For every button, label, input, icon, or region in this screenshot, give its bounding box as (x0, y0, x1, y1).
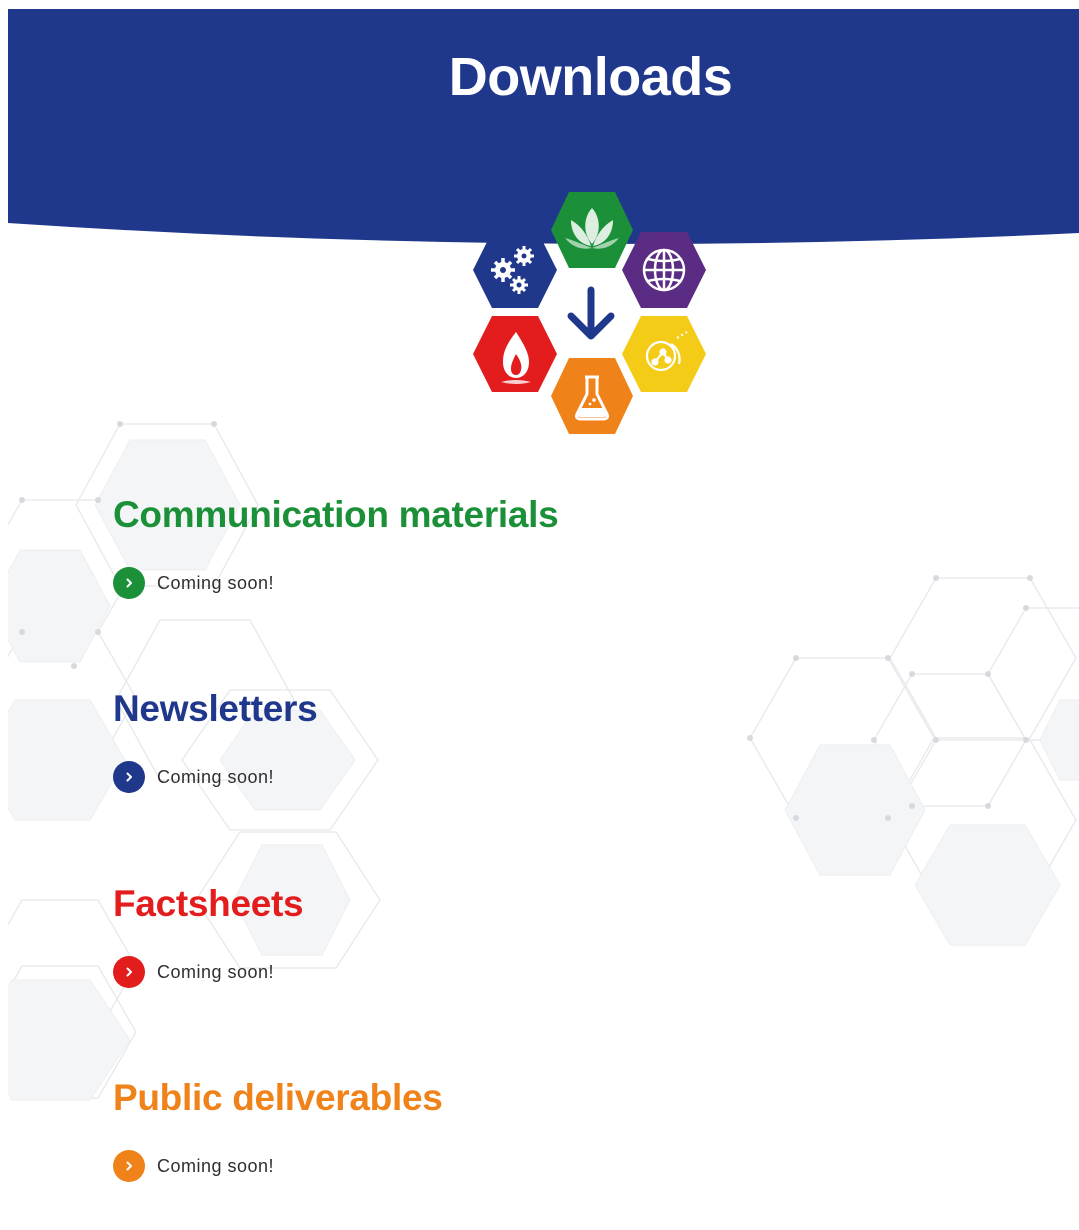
coming-soon-item[interactable]: Coming soon! (113, 1150, 274, 1182)
item-label: Coming soon! (157, 1155, 275, 1176)
downloads-page: Downloads Communication materials Coming… (0, 0, 1079, 1230)
coming-soon-item[interactable]: Coming soon! (113, 567, 274, 599)
globe-hexagon (622, 232, 706, 308)
section-title: Public deliverables (113, 1077, 443, 1118)
flame-hexagon (473, 316, 557, 392)
downloads-logo (473, 192, 706, 434)
section-title: Communication materials (113, 494, 559, 535)
lotus-hexagon (551, 192, 633, 268)
item-label: Coming soon! (157, 572, 275, 593)
item-label: Coming soon! (157, 766, 275, 787)
chevron-right-icon (113, 956, 145, 988)
section-communication-materials: Communication materials Coming soon! (113, 494, 559, 599)
item-label: Coming soon! (157, 961, 275, 982)
page-left-border (0, 0, 8, 1230)
section-title: Factsheets (113, 883, 304, 924)
section-newsletters: Newsletters Coming soon! (113, 688, 318, 793)
chevron-right-icon (113, 1150, 145, 1182)
section-public-deliverables: Public deliverables Coming soon! (113, 1077, 443, 1182)
arrow-down-icon (567, 286, 615, 340)
coming-soon-item[interactable]: Coming soon! (113, 956, 274, 988)
page-title: Downloads (448, 47, 733, 107)
flask-hexagon (551, 358, 633, 434)
globe-icon (642, 248, 686, 292)
section-title: Newsletters (113, 688, 318, 729)
molecule-hexagon (622, 316, 706, 392)
chevron-right-icon (113, 567, 145, 599)
section-factsheets: Factsheets Coming soon! (113, 883, 304, 988)
chevron-right-icon (113, 761, 145, 793)
gears-hexagon (473, 232, 557, 308)
coming-soon-item[interactable]: Coming soon! (113, 761, 274, 793)
